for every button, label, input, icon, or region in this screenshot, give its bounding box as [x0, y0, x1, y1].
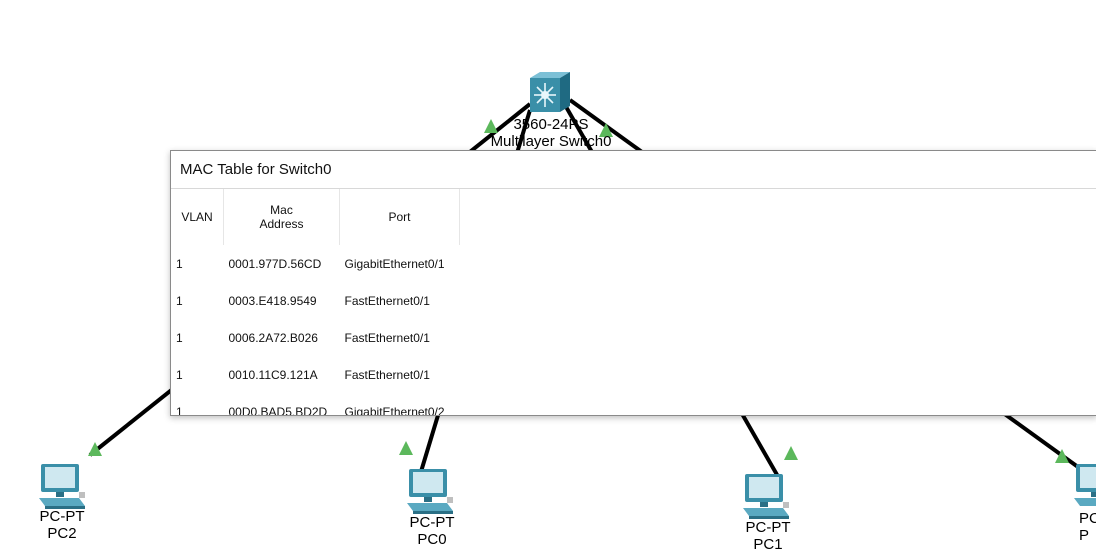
table-row[interactable]: 1 00D0.BAD5.BD2D GigabitEthernet0/2: [171, 393, 460, 416]
switch-label: 3560-24PS Multilayer Switch0: [491, 116, 612, 150]
table-row[interactable]: 1 0006.2A72.B026 FastEthernet0/1: [171, 319, 460, 356]
pc2-label: PC-PT PC2: [40, 508, 85, 542]
cell-vlan: 1: [176, 330, 183, 345]
switch-model: 3560-24PS: [513, 116, 589, 133]
column-header-vlan[interactable]: VLAN: [171, 189, 224, 245]
pc0-model: PC-PT: [409, 514, 455, 531]
cell-mac: 0010.11C9.121A: [228, 367, 318, 382]
pc1-label: PC-PT PC1: [746, 519, 791, 553]
pc2-name: PC2: [47, 525, 77, 542]
pc3-model: PC: [1079, 510, 1096, 527]
mac-header-line1: Mac: [270, 203, 293, 217]
cell-mac: 0006.2A72.B026: [228, 330, 318, 345]
table-row[interactable]: 1 0010.11C9.121A FastEthernet0/1: [171, 356, 460, 393]
mac-table-window[interactable]: MAC Table for Switch0 VLAN Mac Address Po…: [170, 150, 1096, 416]
cell-vlan: 1: [176, 256, 183, 271]
window-titlebar[interactable]: MAC Table for Switch0: [171, 151, 1096, 189]
cell-port: GigabitEthernet0/1: [344, 256, 445, 271]
table-row[interactable]: 1 0001.977D.56CD GigabitEthernet0/1: [171, 245, 460, 282]
pc-icon[interactable]: [1072, 462, 1096, 512]
link-up-icon: [399, 441, 413, 455]
pc1-name: PC1: [753, 536, 783, 553]
pc-icon[interactable]: [37, 462, 87, 512]
cell-vlan: 1: [176, 404, 183, 416]
cell-port: FastEthernet0/1: [344, 330, 430, 345]
column-header-port[interactable]: Port: [339, 189, 460, 245]
table-header-row: VLAN Mac Address Port: [171, 189, 460, 245]
pc3-name: P: [1079, 527, 1090, 544]
cell-vlan: 1: [176, 293, 183, 308]
link-up-icon: [784, 446, 798, 460]
table-row[interactable]: 1 0003.E418.9549 FastEthernet0/1: [171, 282, 460, 319]
window-title: MAC Table for Switch0: [180, 161, 332, 178]
multilayer-switch-icon[interactable]: [526, 70, 572, 116]
pc-icon[interactable]: [741, 472, 791, 522]
pc-icon[interactable]: [405, 467, 455, 517]
pc1-model: PC-PT: [745, 519, 791, 536]
cell-port: FastEthernet0/1: [344, 367, 430, 382]
switch-name: Multilayer Switch0: [490, 133, 612, 150]
cell-mac: 0003.E418.9549: [228, 293, 317, 308]
mac-header-line2: Address: [259, 217, 304, 231]
pc0-name: PC0: [417, 531, 447, 548]
mac-table: VLAN Mac Address Port 1 0001.977D.56CD Gi…: [171, 189, 460, 415]
column-header-mac-address[interactable]: Mac Address: [223, 189, 340, 245]
pc3-label: PC P: [1079, 510, 1096, 544]
cell-port: FastEthernet0/1: [344, 293, 430, 308]
pc2-model: PC-PT: [39, 508, 85, 525]
cell-port: GigabitEthernet0/2: [344, 404, 445, 416]
mac-table-container[interactable]: VLAN Mac Address Port 1 0001.977D.56CD Gi…: [171, 189, 1096, 415]
cell-mac: 0001.977D.56CD: [228, 256, 322, 271]
cell-mac: 00D0.BAD5.BD2D: [228, 404, 328, 416]
cell-vlan: 1: [176, 367, 183, 382]
